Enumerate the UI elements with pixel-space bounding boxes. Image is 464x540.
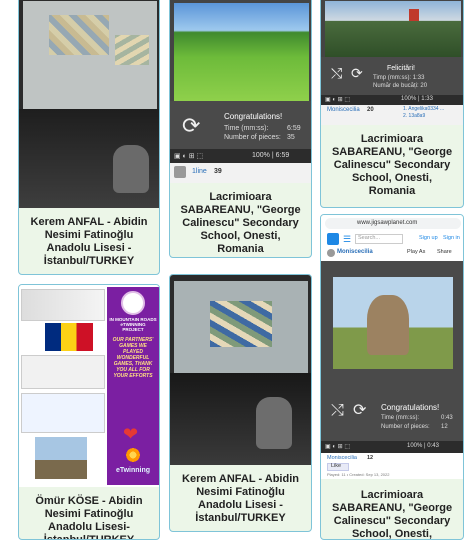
toolbar-icons[interactable]: ▣ ◐ ⊞ ⬚ bbox=[325, 96, 350, 103]
puzzle-pieces bbox=[49, 15, 109, 55]
card-caption: Ömür KÖSE - Abidin Nesimi Fatinoğlu Anad… bbox=[35, 495, 143, 540]
card-screenshot[interactable]: ⤭ ⟳ Felicitări! Timp (mm:ss): 1:33 Număr… bbox=[321, 0, 463, 125]
etwinning-label: eTwinning bbox=[115, 467, 151, 474]
landscape-image bbox=[174, 3, 309, 101]
hand bbox=[256, 397, 292, 449]
pieces-label: Number of pieces: bbox=[381, 424, 430, 430]
user-name[interactable]: Moniscecilia bbox=[327, 107, 360, 113]
signup-link[interactable]: Sign up bbox=[419, 235, 438, 241]
card-caption: Lacrimioara SABAREANU, "George Calinescu… bbox=[331, 489, 453, 540]
like-label: Like bbox=[331, 463, 342, 469]
etwinning-logo bbox=[125, 447, 141, 463]
card-photo[interactable] bbox=[170, 275, 311, 465]
card-screenshot[interactable]: www.jigsawplanet.com ☰ Search... Sign up… bbox=[321, 215, 463, 479]
gallery-card-lacrimioara-1[interactable]: ⟳ Congratulations! Time (mm:ss): 6:59 Nu… bbox=[169, 0, 312, 258]
poster-title: IN MOUNTAIN ROADS eTWINNING PROJECT bbox=[109, 317, 157, 332]
rock-formation bbox=[367, 295, 409, 355]
gallery-card-kerem-1[interactable]: Kerem ANFAL - Abidin Nesimi Fatinoğlu An… bbox=[18, 0, 160, 275]
screenshot-low bbox=[21, 393, 105, 433]
card-photo[interactable] bbox=[19, 0, 159, 208]
congrats-text: Congratulations! bbox=[381, 403, 440, 412]
progress-text: 100% | 0:43 bbox=[407, 443, 439, 449]
school-logo bbox=[121, 291, 145, 315]
refresh-icon[interactable]: ⟳ bbox=[351, 66, 363, 80]
photo-rock bbox=[35, 437, 87, 479]
screenshot-mid bbox=[21, 355, 105, 389]
leaderboard-2: 2. 13a8a9 bbox=[403, 113, 426, 119]
heart-icon: ❤ bbox=[123, 424, 139, 444]
piece-count: 39 bbox=[214, 168, 222, 175]
user-avatar bbox=[327, 249, 335, 257]
mountain-image bbox=[325, 1, 461, 57]
gallery-card-kerem-2[interactable]: Kerem ANFAL - Abidin Nesimi Fatinoğlu An… bbox=[169, 274, 312, 532]
menu-icon[interactable]: ☰ bbox=[343, 234, 351, 245]
refresh-icon[interactable]: ⟳ bbox=[182, 115, 200, 137]
user-name[interactable]: Moniscecilia bbox=[337, 249, 373, 255]
url-text: www.jigsawplanet.com bbox=[357, 220, 418, 226]
refresh-icon[interactable]: ⟳ bbox=[353, 403, 366, 419]
time-value: 6:59 bbox=[287, 125, 301, 132]
poster-text: OUR PARTNERS' GAMES WE PLAYED WONDERFUL … bbox=[112, 337, 154, 379]
pieces-value: 35 bbox=[287, 134, 295, 141]
search-placeholder: Search... bbox=[358, 235, 381, 241]
card-caption: Lacrimioara SABAREANU, "George Calinescu… bbox=[331, 133, 453, 197]
progress-text: 100% | 6:59 bbox=[252, 152, 290, 159]
card-screenshot[interactable]: ⟳ Congratulations! Time (mm:ss): 6:59 Nu… bbox=[170, 0, 311, 183]
gallery-card-lacrimioara-2[interactable]: ⤭ ⟳ Felicitări! Timp (mm:ss): 1:33 Număr… bbox=[320, 0, 464, 208]
time-label: Time (mm:ss): bbox=[381, 415, 420, 421]
user-name-footer[interactable]: Moniscecilia bbox=[327, 455, 357, 461]
leaderboard-1: 1. Angelika0334 ... bbox=[403, 106, 445, 112]
pieces-text: Număr de bucăți: 20 bbox=[373, 83, 428, 89]
shuffle-icon[interactable]: ⤭ bbox=[331, 403, 344, 419]
signin-link[interactable]: Sign in bbox=[443, 235, 460, 241]
footer-meta: Played: 11 • Created: Sep 13, 2022 bbox=[327, 472, 390, 477]
time-label: Time (mm:ss): bbox=[224, 125, 269, 132]
toolbar-icons[interactable]: ▣ ◐ ⊞ ⬚ bbox=[325, 443, 350, 450]
pieces-value: 12 bbox=[441, 424, 448, 430]
piece-count: 12 bbox=[367, 455, 374, 461]
screenshot-top bbox=[21, 289, 105, 321]
piece-count: 20 bbox=[367, 107, 374, 113]
gallery-card-omur[interactable]: IN MOUNTAIN ROADS eTWINNING PROJECT OUR … bbox=[18, 284, 160, 540]
site-logo bbox=[327, 233, 339, 245]
pieces-label: Number of pieces: bbox=[224, 134, 281, 141]
cable-car bbox=[409, 9, 419, 21]
hand bbox=[113, 145, 149, 193]
romania-flag bbox=[45, 323, 93, 351]
puzzle-pieces-2 bbox=[115, 35, 149, 65]
shuffle-icon[interactable]: ⤭ bbox=[331, 66, 342, 80]
play-as-button[interactable]: Play As bbox=[407, 249, 425, 255]
toolbar-icons[interactable]: ▣ ◐ ⊞ ⬚ bbox=[174, 152, 203, 160]
congrats-text: Felicitări! bbox=[387, 65, 416, 72]
gallery-card-lacrimioara-3[interactable]: www.jigsawplanet.com ☰ Search... Sign up… bbox=[320, 214, 464, 540]
avatar bbox=[174, 166, 186, 178]
puzzle-pieces bbox=[210, 301, 272, 347]
user-name[interactable]: 1line bbox=[192, 168, 207, 175]
time-value: 0:43 bbox=[441, 415, 453, 421]
card-collage[interactable]: IN MOUNTAIN ROADS eTWINNING PROJECT OUR … bbox=[19, 285, 159, 487]
card-caption: Lacrimioara SABAREANU, "George Calinescu… bbox=[180, 191, 301, 255]
progress-text: 100% | 1:33 bbox=[401, 96, 433, 102]
time-text: Timp (mm:ss): 1:33 bbox=[373, 75, 425, 81]
congrats-text: Congratulations! bbox=[224, 112, 283, 121]
card-caption: Kerem ANFAL - Abidin Nesimi Fatinoğlu An… bbox=[182, 473, 299, 524]
share-button[interactable]: Share bbox=[437, 249, 452, 255]
card-caption: Kerem ANFAL - Abidin Nesimi Fatinoğlu An… bbox=[30, 216, 148, 267]
